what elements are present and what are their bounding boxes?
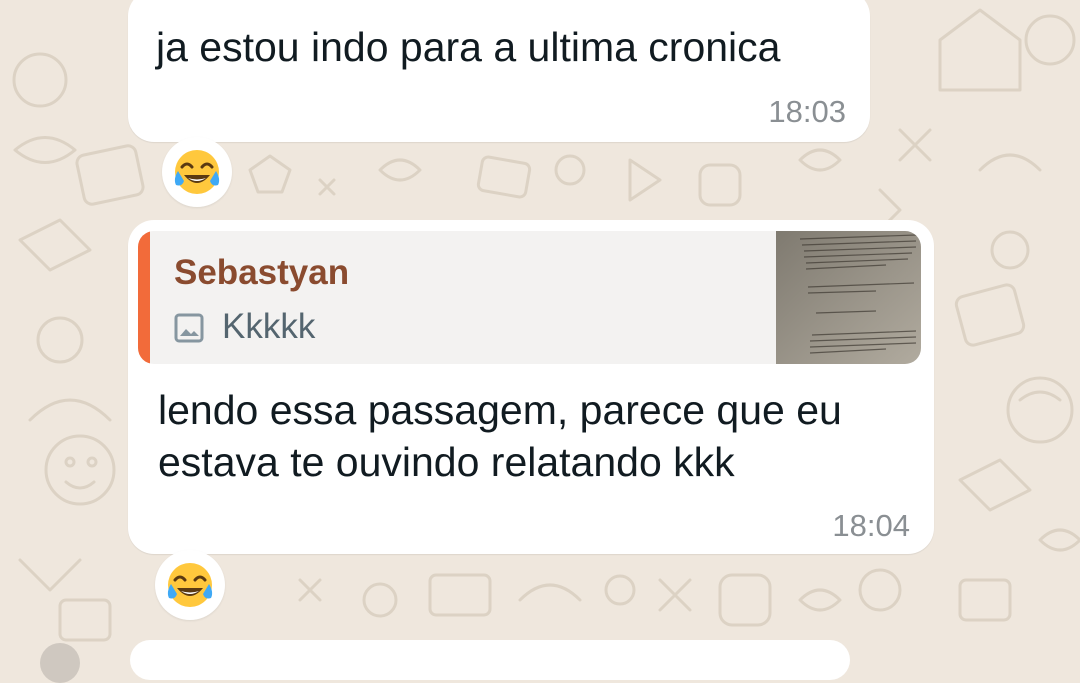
message-reaction[interactable] [162,137,232,207]
avatar[interactable] [40,643,80,683]
message-timestamp: 18:04 [832,508,910,543]
message-text: ja estou indo para a ultima cronica [156,24,781,70]
quoted-text: Kkkkk [222,307,316,346]
quote-accent-bar [138,231,150,364]
message-timestamp: 18:03 [768,94,846,129]
quoted-author: Sebastyan [174,253,350,292]
message-reaction[interactable] [155,550,225,620]
image-icon [174,313,204,343]
face-with-tears-of-joy-emoji [174,150,220,194]
message-bubble-partial[interactable] [130,640,850,680]
message-bubble[interactable]: ja estou indo para a ultima cronica 18:0… [128,0,870,142]
face-with-tears-of-joy-emoji [167,563,213,607]
message-bubble[interactable]: Sebastyan Kkkkk lendo essa passagem, par… [128,220,934,554]
quoted-image-thumbnail [776,231,921,364]
message-text: lendo essa passagem, parece que eu estav… [158,387,842,485]
quoted-reply[interactable]: Sebastyan Kkkkk [138,231,921,364]
